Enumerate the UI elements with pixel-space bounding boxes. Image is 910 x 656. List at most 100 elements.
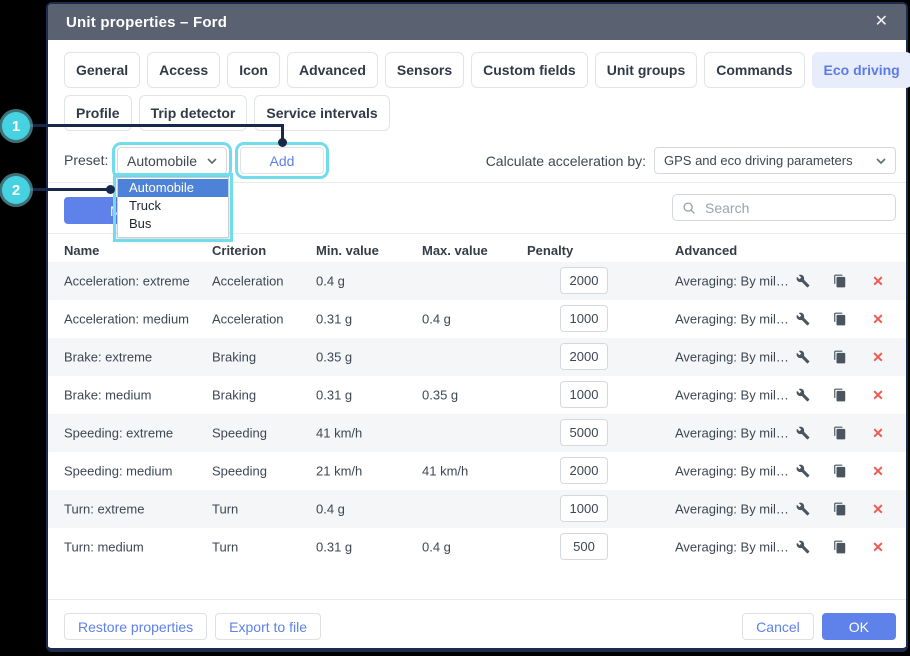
row-min-value: 0.31 g: [316, 539, 353, 555]
settings-wrench-icon[interactable]: [794, 386, 812, 404]
delete-icon[interactable]: ✕: [869, 424, 887, 442]
penalty-input[interactable]: [560, 305, 608, 332]
penalty-input[interactable]: [560, 267, 608, 294]
settings-wrench-icon[interactable]: [794, 348, 812, 366]
table-row: Turn: medium Turn 0.31 g 0.4 g Averaging…: [48, 528, 906, 566]
delete-icon[interactable]: ✕: [869, 538, 887, 556]
column-header-penalty: Penalty: [527, 243, 574, 258]
cancel-button[interactable]: Cancel: [742, 613, 814, 640]
settings-wrench-icon[interactable]: [794, 500, 812, 518]
delete-icon[interactable]: ✕: [869, 462, 887, 480]
delete-icon[interactable]: ✕: [869, 500, 887, 518]
table-row: Brake: medium Braking 0.31 g 0.35 g Aver…: [48, 376, 906, 414]
preset-label: Preset:: [64, 152, 109, 168]
tab-access[interactable]: Access: [147, 52, 221, 88]
row-advanced: Averaging: By mil…: [675, 387, 789, 403]
row-name: Speeding: extreme: [64, 425, 174, 441]
row-advanced: Averaging: By mil…: [675, 501, 789, 517]
criteria-table: Acceleration: extreme Acceleration 0.4 g…: [48, 262, 906, 566]
row-criterion: Acceleration: [212, 273, 284, 289]
delete-icon[interactable]: ✕: [869, 386, 887, 404]
settings-wrench-icon[interactable]: [794, 272, 812, 290]
row-criterion: Speeding: [212, 463, 267, 479]
copy-icon[interactable]: [831, 462, 849, 480]
copy-icon[interactable]: [831, 310, 849, 328]
stage: Unit properties – Ford ✕ General Access …: [0, 0, 910, 656]
penalty-input[interactable]: [560, 381, 608, 408]
unit-properties-dialog: Unit properties – Ford ✕ General Access …: [46, 2, 910, 652]
settings-wrench-icon[interactable]: [794, 310, 812, 328]
row-criterion: Turn: [212, 501, 239, 517]
copy-icon[interactable]: [831, 272, 849, 290]
row-advanced: Averaging: By mil…: [675, 311, 789, 327]
table-row: Brake: extreme Braking 0.35 g Averaging:…: [48, 338, 906, 376]
copy-icon[interactable]: [831, 424, 849, 442]
dialog-title: Unit properties – Ford: [66, 13, 228, 31]
menu-item-truck[interactable]: Truck: [118, 197, 228, 215]
delete-icon[interactable]: ✕: [869, 348, 887, 366]
tab-sensors[interactable]: Sensors: [384, 52, 465, 88]
column-header-min-value: Min. value: [316, 243, 379, 258]
settings-wrench-icon[interactable]: [794, 462, 812, 480]
row-min-value: 41 km/h: [316, 425, 363, 441]
row-max-value: 0.35 g: [422, 387, 459, 403]
tab-commands[interactable]: Commands: [704, 52, 805, 88]
callout-badge-2: 2: [2, 176, 30, 204]
copy-icon[interactable]: [831, 500, 849, 518]
preset-dropdown-menu: Automobile Truck Bus: [113, 173, 233, 242]
ok-button[interactable]: OK: [821, 613, 896, 640]
menu-item-automobile[interactable]: Automobile: [118, 179, 228, 197]
restore-properties-button[interactable]: Restore properties: [64, 613, 208, 640]
row-criterion: Turn: [212, 539, 239, 555]
table-row: Speeding: extreme Speeding 41 km/h Avera…: [48, 414, 906, 452]
column-header-max-value: Max. value: [422, 243, 488, 258]
settings-wrench-icon[interactable]: [794, 538, 812, 556]
row-advanced: Averaging: By mil…: [675, 273, 789, 289]
row-max-value: 0.4 g: [422, 311, 451, 327]
copy-icon[interactable]: [831, 538, 849, 556]
penalty-input[interactable]: [560, 419, 608, 446]
table-row: Acceleration: medium Acceleration 0.31 g…: [48, 300, 906, 338]
row-advanced: Averaging: By mil…: [675, 349, 789, 365]
tab-eco-driving[interactable]: Eco driving: [811, 52, 910, 88]
penalty-input[interactable]: [560, 533, 608, 560]
menu-item-bus[interactable]: Bus: [118, 215, 228, 233]
copy-icon[interactable]: [831, 348, 849, 366]
dialog-titlebar: Unit properties – Ford ✕: [48, 4, 906, 40]
row-name: Speeding: medium: [64, 463, 173, 479]
row-advanced: Averaging: By mil…: [675, 463, 789, 479]
search-input[interactable]: [703, 198, 886, 217]
footer-left-group: Restore properties Export to file: [64, 613, 321, 640]
callout-line-2: [29, 188, 110, 191]
tab-custom-fields[interactable]: Custom fields: [471, 52, 588, 88]
table-row: Speeding: medium Speeding 21 km/h 41 km/…: [48, 452, 906, 490]
tab-icon[interactable]: Icon: [227, 52, 280, 88]
calc-acceleration-select[interactable]: GPS and eco driving parameters: [654, 147, 896, 174]
column-header-name: Name: [64, 243, 100, 258]
tab-advanced[interactable]: Advanced: [286, 52, 378, 88]
row-max-value: 41 km/h: [422, 463, 469, 479]
row-name: Brake: extreme: [64, 349, 153, 365]
penalty-input[interactable]: [560, 457, 608, 484]
penalty-input[interactable]: [560, 495, 608, 522]
tab-unit-groups[interactable]: Unit groups: [594, 52, 698, 88]
settings-wrench-icon[interactable]: [794, 424, 812, 442]
row-name: Acceleration: extreme: [64, 273, 190, 289]
close-icon[interactable]: ✕: [875, 14, 888, 30]
tab-general[interactable]: General: [64, 52, 141, 88]
export-to-file-button[interactable]: Export to file: [215, 613, 321, 640]
delete-icon[interactable]: ✕: [869, 272, 887, 290]
row-min-value: 0.35 g: [316, 349, 353, 365]
delete-icon[interactable]: ✕: [869, 310, 887, 328]
copy-icon[interactable]: [831, 386, 849, 404]
row-name: Turn: extreme: [64, 501, 145, 517]
calc-acceleration-group: Calculate acceleration by: GPS and eco d…: [486, 147, 896, 174]
preset-select[interactable]: Automobile: [112, 142, 232, 179]
footer-right-group: Cancel OK: [742, 613, 896, 640]
row-criterion: Braking: [212, 387, 257, 403]
row-min-value: 0.4 g: [316, 501, 345, 517]
search-box[interactable]: [672, 194, 896, 221]
add-preset-button[interactable]: Add: [235, 142, 329, 179]
penalty-input[interactable]: [560, 343, 608, 370]
row-name: Acceleration: medium: [64, 311, 189, 327]
